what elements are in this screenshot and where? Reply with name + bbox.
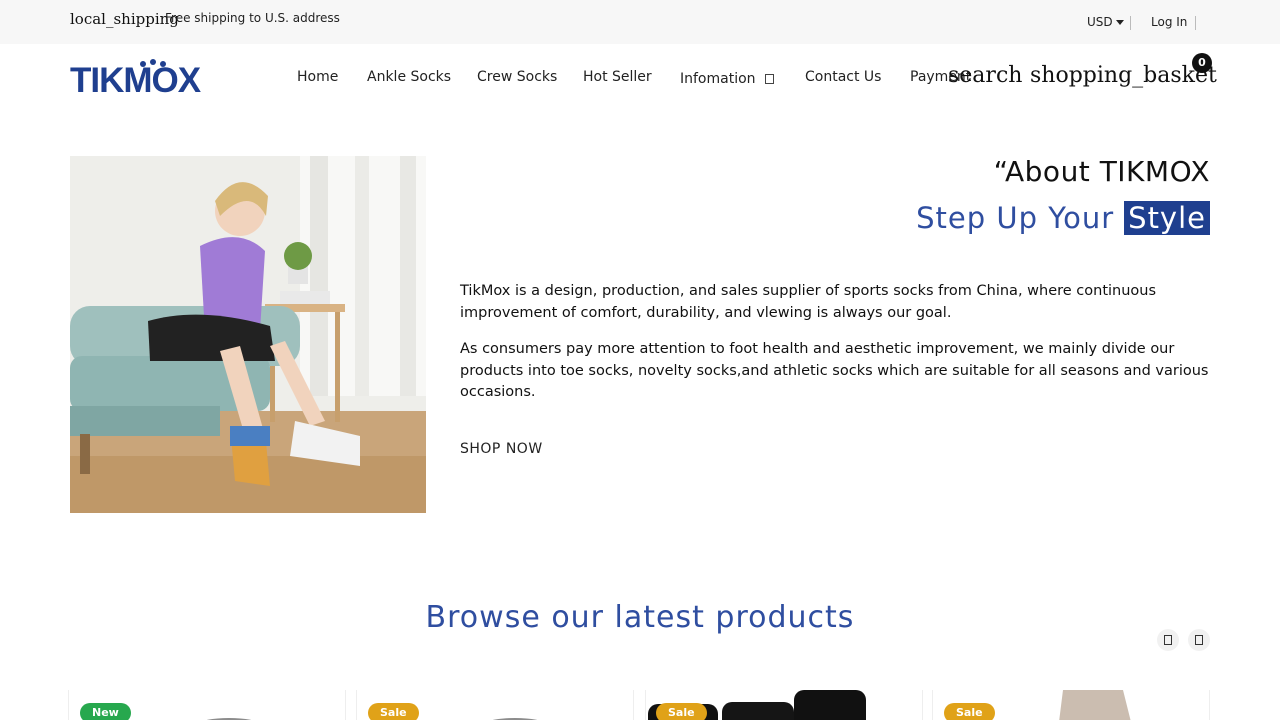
search-icon[interactable]: search <box>948 63 1022 88</box>
shop-now-link[interactable]: SHOP NOW <box>460 441 543 457</box>
divider <box>1195 16 1196 30</box>
about-paragraph-1: TikMox is a design, production, and sale… <box>460 283 1157 321</box>
site-logo[interactable]: TIKMOX <box>70 58 210 106</box>
nav-home[interactable]: Home <box>297 69 338 85</box>
currency-label: USD <box>1087 15 1113 29</box>
nav-infomation[interactable]: Infomation <box>680 71 774 87</box>
chevron-right-icon <box>1195 635 1203 645</box>
about-heading: “About TIKMOX <box>993 155 1210 188</box>
carousel-prev-button[interactable] <box>1157 629 1179 651</box>
shopping-basket-icon[interactable]: shopping_basket <box>1030 63 1217 88</box>
shipping-message: Free shipping to U.S. address <box>165 11 340 25</box>
divider <box>1130 16 1131 30</box>
about-lifestyle-photo <box>70 156 426 513</box>
top-announcement-bar: local_shipping Free shipping to U.S. add… <box>0 0 1280 44</box>
nav-hot-seller[interactable]: Hot Seller <box>583 69 652 85</box>
nav-ankle-socks[interactable]: Ankle Socks <box>367 69 451 85</box>
currency-selector[interactable]: USD <box>1087 15 1124 29</box>
tikmox-logo-mark: TIKMOX <box>70 59 203 100</box>
nav-contact-us[interactable]: Contact Us <box>805 69 881 85</box>
product-badge-sale: Sale <box>656 703 707 720</box>
chevron-left-icon <box>1164 635 1172 645</box>
about-subheading-text: Step Up Your <box>916 201 1115 235</box>
nav-infomation-label: Infomation <box>680 71 756 87</box>
about-subheading-highlight: Style <box>1124 201 1210 235</box>
products-heading: Browse our latest products <box>425 600 855 635</box>
login-link[interactable]: Log In <box>1151 15 1187 29</box>
caret-down-icon <box>1115 20 1124 25</box>
dropdown-icon <box>764 74 774 84</box>
shipping-icon: local_shipping <box>70 10 179 28</box>
carousel-next-button[interactable] <box>1188 629 1210 651</box>
cart-count-badge: 0 <box>1192 53 1212 73</box>
about-subheading: Step Up Your Style <box>916 201 1210 235</box>
product-badge-sale: Sale <box>944 703 995 720</box>
nav-crew-socks[interactable]: Crew Socks <box>477 69 557 85</box>
logo-wordmark: TIKMOX <box>70 61 202 100</box>
about-paragraph-2: As consumers pay more attention to foot … <box>460 341 1209 400</box>
product-badge-sale: Sale <box>368 703 419 720</box>
product-badge-new: New <box>80 703 131 720</box>
